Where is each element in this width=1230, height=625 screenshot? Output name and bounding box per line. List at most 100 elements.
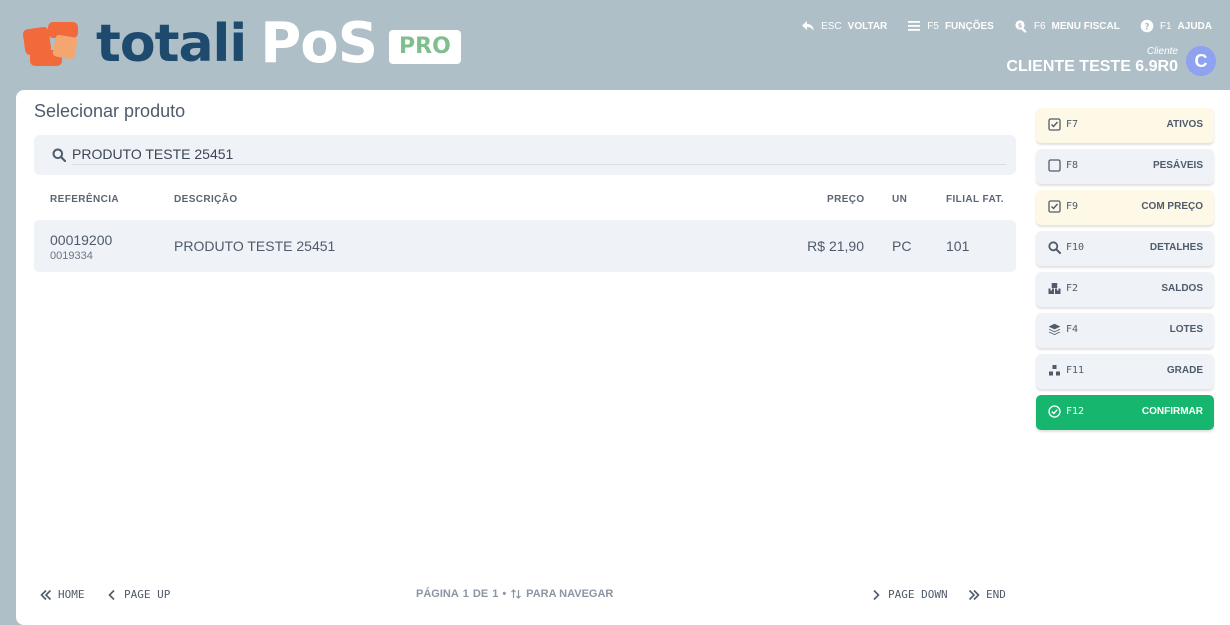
chevron-right-icon — [873, 589, 880, 600]
page-of: DE — [472, 588, 489, 600]
confirmar-label: CONFIRMAR — [1141, 406, 1203, 417]
page-down-button[interactable]: PAGE DOWN — [870, 588, 948, 601]
confirmar-key: F12 — [1066, 406, 1085, 417]
search-icon — [52, 148, 66, 162]
brand-product: PoS — [260, 11, 378, 76]
row-descricao: PRODUTO TESTE 25451 — [174, 238, 336, 254]
page-current: 1 — [462, 588, 469, 600]
page-up-label: PAGE UP — [124, 588, 171, 601]
search-box — [34, 135, 1016, 175]
grade-label: GRADE — [1166, 365, 1203, 376]
nav-menu-fiscal-label: MENU FISCAL — [1051, 20, 1120, 32]
app-header: totali PoS PRO ESC VOLTAR F5 FUNÇÕES $ F… — [0, 0, 1230, 90]
filter-pesaveis-key: F8 — [1066, 160, 1079, 171]
column-header-filial[interactable]: FILIAL FAT. — [946, 194, 1004, 205]
table-header: REFERÊNCIA DESCRIÇÃO PREÇO UN FILIAL FAT… — [34, 190, 1016, 210]
boxes-icon — [1048, 283, 1061, 294]
nav-funcoes[interactable]: F5 FUNÇÕES — [907, 19, 994, 33]
lotes-button[interactable]: F4 LOTES — [1036, 313, 1214, 348]
nav-voltar-label: VOLTAR — [847, 20, 888, 32]
search-dollar-icon: $ — [1015, 20, 1027, 33]
filter-pesaveis-button[interactable]: F8 PESÁVEIS — [1036, 149, 1214, 184]
filter-pesaveis-label: PESÁVEIS — [1152, 160, 1203, 171]
pagination-footer: HOME PAGE UP PÁGINA 1 DE 1 • PARA NAVEGA… — [34, 586, 1016, 606]
page-up-button[interactable]: PAGE UP — [106, 588, 170, 601]
row-filial: 101 — [946, 238, 970, 254]
saldos-key: F2 — [1066, 283, 1079, 294]
home-button[interactable]: HOME — [40, 588, 85, 601]
nav-hint: PARA NAVEGAR — [526, 588, 614, 600]
page-title: Selecionar produto — [34, 101, 186, 121]
nav-voltar-key: ESC — [821, 20, 842, 32]
back-arrow-icon — [802, 21, 815, 31]
nav-funcoes-label: FUNÇÕES — [944, 20, 994, 32]
nav-funcoes-key: F5 — [927, 20, 939, 32]
filter-ativos-button[interactable]: F7 ATIVOS — [1036, 108, 1214, 143]
layers-icon — [1048, 323, 1061, 335]
saldos-label: SALDOS — [1161, 283, 1203, 294]
nav-menu-fiscal[interactable]: $ F6 MENU FISCAL — [1014, 19, 1120, 33]
column-header-descricao[interactable]: DESCRIÇÃO — [174, 194, 238, 205]
page-label: PÁGINA — [416, 588, 459, 600]
filter-com-preco-button[interactable]: F9 COM PREÇO — [1036, 190, 1214, 225]
brand-word: totali — [96, 14, 247, 74]
filter-com-preco-key: F9 — [1066, 201, 1079, 212]
avatar[interactable]: C — [1186, 46, 1216, 76]
check-circle-icon — [1048, 405, 1061, 418]
column-header-un[interactable]: UN — [892, 194, 907, 205]
bullet-separator: • — [502, 588, 507, 600]
grade-button[interactable]: F11 GRADE — [1036, 354, 1214, 389]
detalhes-button[interactable]: F10 DETALHES — [1036, 231, 1214, 266]
search-input[interactable] — [72, 143, 1006, 165]
row-un: PC — [892, 238, 912, 254]
home-label: HOME — [58, 588, 85, 601]
filter-ativos-key: F7 — [1066, 119, 1079, 130]
help-icon: ? — [1140, 19, 1154, 33]
column-header-preco[interactable]: PREÇO — [827, 194, 865, 205]
client-caption: Cliente — [1146, 46, 1178, 57]
nav-ajuda-label: AJUDA — [1177, 20, 1212, 32]
svg-text:$: $ — [1018, 21, 1023, 29]
nav-voltar[interactable]: ESC VOLTAR — [801, 19, 887, 33]
saldos-button[interactable]: F2 SALDOS — [1036, 272, 1214, 307]
brand-logo: totali PoS PRO — [18, 11, 461, 76]
nav-menu-fiscal-key: F6 — [1033, 20, 1046, 32]
end-button[interactable]: END — [968, 588, 1006, 601]
side-action-panel: F7 ATIVOS F8 PESÁVEIS F9 COM PREÇO F10 D… — [1036, 108, 1214, 436]
checkbox-empty-icon — [1048, 159, 1061, 172]
checkbox-checked-icon — [1048, 118, 1061, 131]
nav-ajuda[interactable]: ? F1 AJUDA — [1140, 19, 1212, 33]
search-icon — [1048, 241, 1061, 254]
page-indicator: PÁGINA 1 DE 1 • PARA NAVEGAR — [416, 588, 613, 600]
row-referencia-sub: 0019334 — [50, 250, 93, 262]
svg-text:?: ? — [1144, 22, 1149, 32]
checkbox-checked-icon — [1048, 200, 1061, 213]
row-referencia: 00019200 — [50, 232, 113, 248]
table-row[interactable]: 00019200 0019334 PRODUTO TESTE 25451 R$ … — [34, 220, 1016, 272]
page-down-label: PAGE DOWN — [888, 588, 948, 601]
end-label: END — [986, 588, 1006, 601]
double-chevron-right-icon — [968, 589, 980, 600]
detalhes-label: DETALHES — [1149, 242, 1203, 253]
nav-ajuda-key: F1 — [1159, 20, 1172, 32]
grid-icon — [1049, 365, 1060, 376]
brand-edition-badge: PRO — [389, 30, 461, 64]
menu-icon — [908, 21, 921, 31]
filter-com-preco-label: COM PREÇO — [1141, 201, 1203, 212]
column-header-referencia[interactable]: REFERÊNCIA — [50, 194, 119, 205]
client-info[interactable]: Cliente CLIENTE TESTE 6.9R0 C — [1006, 46, 1216, 76]
grade-key: F11 — [1066, 365, 1085, 376]
lotes-key: F4 — [1066, 324, 1079, 335]
top-navigation: ESC VOLTAR F5 FUNÇÕES $ F6 MENU FISCAL ?… — [801, 19, 1212, 33]
detalhes-key: F10 — [1066, 242, 1085, 253]
double-chevron-left-icon — [40, 589, 52, 600]
confirmar-button[interactable]: F12 CONFIRMAR — [1036, 395, 1214, 430]
brand-mark-icon — [22, 22, 78, 66]
chevron-left-icon — [108, 589, 115, 600]
row-preco: R$ 21,90 — [807, 238, 864, 254]
page-total: 1 — [492, 588, 499, 600]
client-text: Cliente CLIENTE TESTE 6.9R0 — [1006, 46, 1178, 76]
client-name: CLIENTE TESTE 6.9R0 — [1006, 58, 1178, 75]
lotes-label: LOTES — [1169, 324, 1203, 335]
filter-ativos-label: ATIVOS — [1166, 119, 1203, 130]
